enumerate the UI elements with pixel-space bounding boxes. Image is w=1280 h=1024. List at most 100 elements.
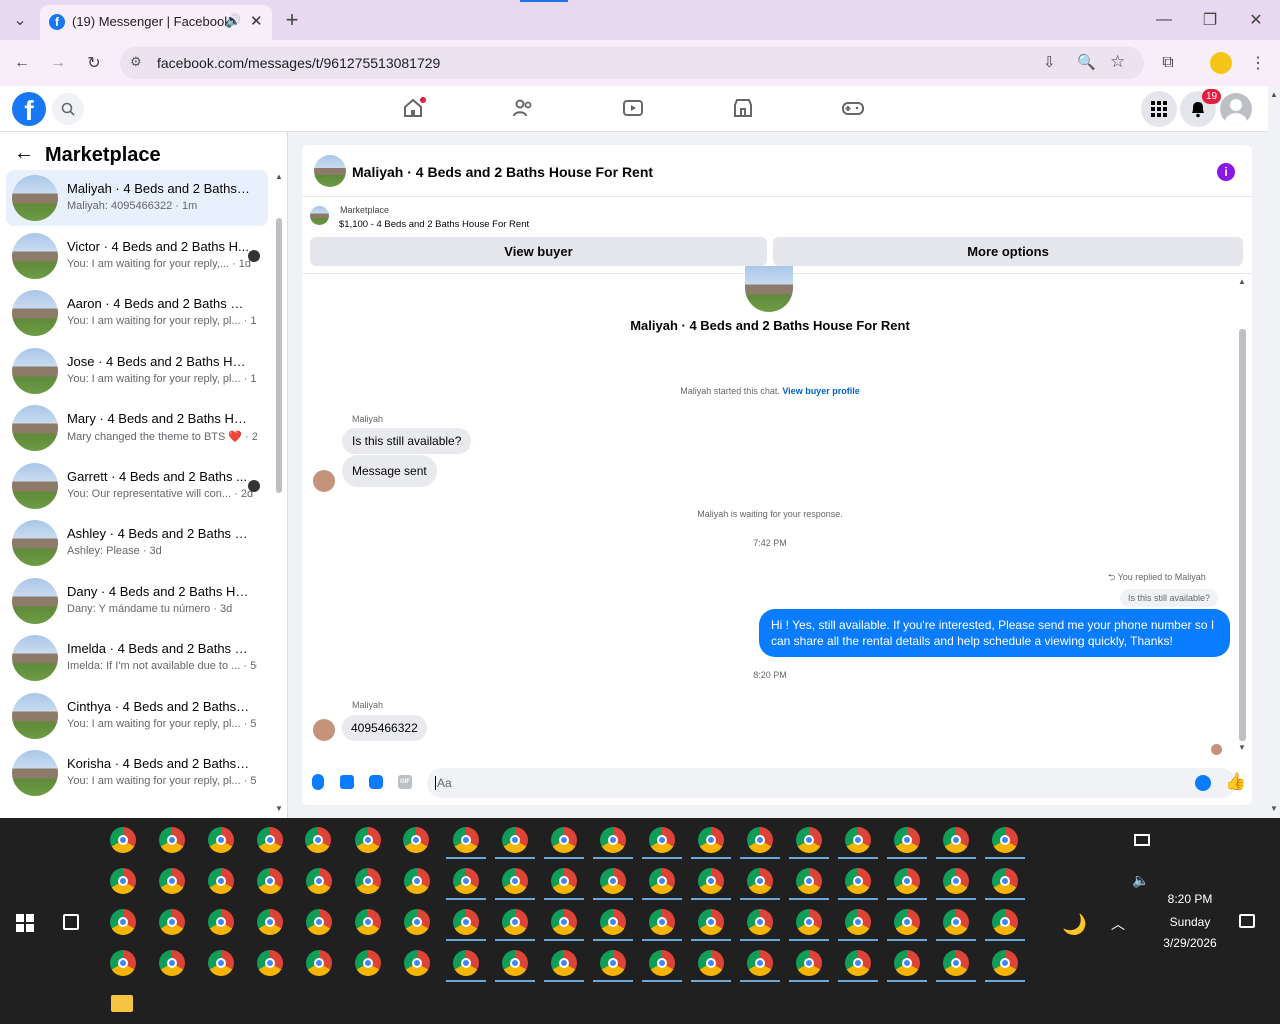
chrome-app-icon[interactable] (453, 909, 479, 935)
chrome-app-icon[interactable] (600, 827, 626, 853)
chrome-app-icon[interactable] (502, 868, 528, 894)
chrome-app-icon[interactable] (943, 827, 969, 853)
site-info-icon[interactable]: ⚙ (130, 54, 142, 70)
audio-icon[interactable]: 🔊 (225, 13, 241, 29)
sidebar-scrollbar[interactable]: ▲ ▼ (274, 172, 284, 818)
incoming-message[interactable]: 4095466322 (342, 715, 427, 741)
conversation-item[interactable]: Korisha · 4 Beds and 2 Baths Ho... You: I… (6, 745, 268, 801)
volume-icon[interactable]: 🔈 (1132, 872, 1149, 889)
chrome-app-icon[interactable] (453, 827, 479, 853)
chrome-app-icon[interactable] (306, 909, 332, 935)
chrome-app-icon[interactable] (159, 909, 185, 935)
chrome-app-icon[interactable] (649, 827, 675, 853)
network-icon[interactable] (1134, 834, 1150, 846)
chrome-app-icon[interactable] (551, 827, 577, 853)
back-button[interactable]: ← (10, 51, 34, 75)
chrome-app-icon[interactable] (845, 868, 871, 894)
conversation-item[interactable]: Imelda · 4 Beds and 2 Baths Ho... Imelda:… (6, 630, 268, 686)
conversation-item[interactable]: Mary · 4 Beds and 2 Baths Hous... Mary ch… (6, 400, 268, 456)
conversation-item[interactable]: Cinthya · 4 Beds and 2 Baths Ho... You: I… (6, 688, 268, 744)
conversation-item[interactable]: Aaron · 4 Beds and 2 Baths Hou... You: I … (6, 285, 268, 341)
emoji-icon[interactable] (1195, 775, 1211, 791)
notification-center-icon[interactable] (1239, 914, 1255, 928)
chrome-app-icon[interactable] (600, 909, 626, 935)
conversation-item[interactable]: Dany · 4 Beds and 2 Baths Hous... Dany: Y… (6, 573, 268, 629)
chrome-app-icon[interactable] (305, 827, 331, 853)
video-icon[interactable] (621, 96, 645, 120)
chrome-app-icon[interactable] (404, 950, 430, 976)
start-icon[interactable] (16, 914, 34, 932)
chrome-app-icon[interactable] (306, 868, 332, 894)
chrome-app-icon[interactable] (649, 909, 675, 935)
chrome-app-icon[interactable] (796, 868, 822, 894)
info-icon[interactable]: i (1217, 163, 1235, 181)
chrome-app-icon[interactable] (551, 868, 577, 894)
chrome-app-icon[interactable] (698, 909, 724, 935)
chrome-app-icon[interactable] (943, 909, 969, 935)
chrome-app-icon[interactable] (845, 950, 871, 976)
chrome-app-icon[interactable] (257, 909, 283, 935)
chrome-app-icon[interactable] (159, 950, 185, 976)
chrome-app-icon[interactable] (502, 950, 528, 976)
chat-avatar[interactable] (314, 155, 346, 187)
clock-time[interactable]: 8:20 PM (1140, 892, 1240, 906)
chrome-app-icon[interactable] (159, 868, 185, 894)
minimize-button[interactable]: — (1152, 8, 1176, 32)
chrome-app-icon[interactable] (110, 909, 136, 935)
chrome-app-icon[interactable] (747, 950, 773, 976)
chrome-app-icon[interactable] (747, 827, 773, 853)
chrome-app-icon[interactable] (796, 909, 822, 935)
chrome-app-icon[interactable] (502, 909, 528, 935)
view-buyer-profile-link[interactable]: View buyer profile (782, 386, 859, 396)
conversation-item[interactable]: Garrett · 4 Beds and 2 Baths ... You: Our… (6, 458, 268, 514)
conversation-item[interactable]: Jose · 4 Beds and 2 Baths Hous... You: I … (6, 343, 268, 399)
chrome-app-icon[interactable] (894, 868, 920, 894)
sticker-icon[interactable] (369, 775, 383, 789)
incoming-message[interactable]: Is this still available? (342, 428, 472, 454)
extensions-icon[interactable]: ⧉ (1156, 51, 1180, 75)
chrome-app-icon[interactable] (453, 950, 479, 976)
conversation-item[interactable]: Victor · 4 Beds and 2 Baths H... You: I a… (6, 228, 268, 284)
tab-search-icon[interactable]: ⌄ (8, 8, 32, 32)
view-buyer-button[interactable]: View buyer (310, 237, 767, 266)
folder-icon[interactable] (111, 995, 133, 1012)
chrome-app-icon[interactable] (943, 950, 969, 976)
profile-avatar[interactable] (745, 266, 793, 312)
chrome-app-icon[interactable] (257, 868, 283, 894)
chrome-app-icon[interactable] (698, 827, 724, 853)
marketplace-icon[interactable] (731, 96, 755, 120)
chrome-app-icon[interactable] (698, 950, 724, 976)
listing-thumbnail[interactable] (310, 206, 329, 225)
chrome-app-icon[interactable] (208, 868, 234, 894)
chrome-app-icon[interactable] (453, 868, 479, 894)
listing-price[interactable]: $1,100 - 4 Beds and 2 Baths House For Re… (339, 219, 529, 230)
facebook-logo-icon[interactable]: f (12, 92, 46, 126)
chrome-app-icon[interactable] (110, 827, 136, 853)
chrome-app-icon[interactable] (306, 950, 332, 976)
restore-button[interactable]: ❐ (1198, 8, 1222, 32)
new-tab-button[interactable]: + (280, 7, 304, 32)
sender-avatar[interactable] (313, 719, 335, 741)
chrome-app-icon[interactable] (355, 868, 381, 894)
message-input[interactable]: Aa (427, 768, 1236, 798)
chrome-app-icon[interactable] (257, 950, 283, 976)
chrome-app-icon[interactable] (600, 950, 626, 976)
more-options-button[interactable]: More options (773, 237, 1243, 266)
sender-avatar[interactable] (313, 470, 335, 492)
chrome-app-icon[interactable] (355, 909, 381, 935)
bookmark-star-icon[interactable]: ☆ (1110, 52, 1125, 72)
chrome-app-icon[interactable] (600, 868, 626, 894)
chrome-app-icon[interactable] (208, 950, 234, 976)
chrome-app-icon[interactable] (992, 950, 1018, 976)
chrome-app-icon[interactable] (355, 950, 381, 976)
account-avatar[interactable] (1220, 93, 1252, 125)
chrome-app-icon[interactable] (992, 868, 1018, 894)
show-hidden-icons[interactable]: ︿ (1111, 914, 1125, 934)
chrome-app-icon[interactable] (208, 909, 234, 935)
address-bar[interactable]: ⚙ facebook.com/messages/t/96127551308172… (120, 47, 1144, 79)
conversation-item[interactable]: Ashley · 4 Beds and 2 Baths Ho... Ashley:… (6, 515, 268, 571)
chrome-app-icon[interactable] (110, 868, 136, 894)
chrome-app-icon[interactable] (943, 868, 969, 894)
chrome-app-icon[interactable] (698, 868, 724, 894)
chrome-app-icon[interactable] (110, 950, 136, 976)
